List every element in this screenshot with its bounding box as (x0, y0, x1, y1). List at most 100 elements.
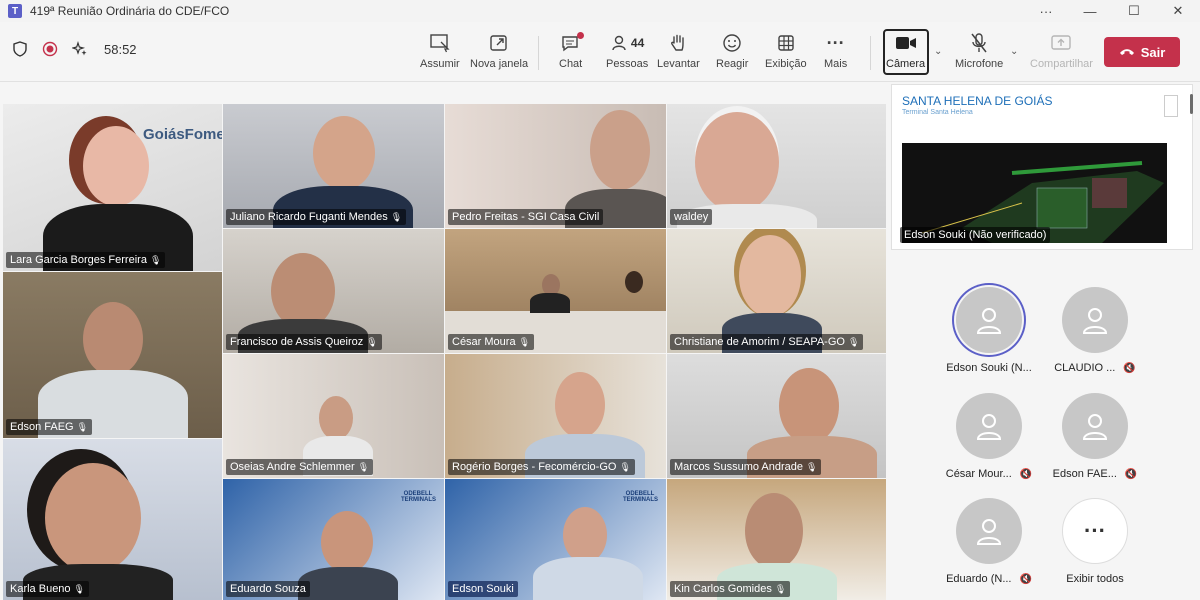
mic-muted-icon: 🔇 (1123, 362, 1136, 374)
participant-name: Eduardo (N... (946, 573, 1012, 585)
avatar (956, 498, 1022, 564)
video-tile[interactable]: Oseias Andre Schlemmer 🎙 (223, 354, 444, 478)
close-icon[interactable]: ✕ (1156, 0, 1200, 22)
participant-name-tag: Karla Bueno 🎙 (6, 581, 89, 597)
avatar (956, 393, 1022, 459)
raise-hand-button[interactable]: Levantar (657, 30, 700, 70)
people-button[interactable]: 44 Pessoas (606, 30, 648, 70)
video-tile[interactable]: Kin Carlos Gomides 🎙 (667, 479, 886, 600)
mic-icon: 🎙 (390, 211, 403, 222)
camera-toggle[interactable]: Câmera (886, 30, 925, 70)
mic-icon: 🎙 (73, 583, 85, 594)
react-button[interactable]: Reagir (716, 30, 748, 70)
mic-off-icon (971, 33, 987, 53)
participant-name-tag: Francisco de Assis Queiroz 🎙 (226, 334, 382, 350)
people-icon (612, 35, 626, 51)
participant-name-tag: Kin Carlos Gomides 🎙 (670, 581, 791, 597)
video-tile[interactable]: ODEBELL TERMINALS Edson Souki (445, 479, 666, 600)
company-logo: ODEBELL TERMINALS (401, 491, 436, 503)
toolbar-divider (538, 36, 539, 70)
popout-button[interactable]: Nova janela (470, 30, 528, 70)
person-icon (976, 308, 1002, 334)
participant-name: César Mour... (945, 468, 1012, 480)
take-control-button[interactable]: Assumir (420, 30, 460, 70)
teams-icon: T (8, 4, 22, 18)
participants-gallery: Edson Souki (N... CLAUDIO ... 🔇 César Mou… (891, 265, 1193, 600)
video-tile[interactable]: Juliano Ricardo Fuganti Mendes 🎙 (223, 104, 444, 228)
leave-label: Sair (1140, 44, 1166, 60)
chat-unread-badge (577, 32, 584, 39)
show-all-button[interactable]: ··· Exibir todos (1025, 498, 1165, 585)
more-dots-icon: ··· (826, 32, 845, 53)
microphone-button[interactable]: Microfone (955, 30, 1003, 70)
participant-name-tag: Edson FAEG 🎙 (6, 419, 93, 435)
camera-options-chevron-icon[interactable]: ⌄ (934, 46, 942, 57)
minimize-icon[interactable]: — (1068, 0, 1112, 22)
video-tile[interactable]: waldey (667, 104, 886, 228)
person-icon (1082, 308, 1108, 334)
participant-name-tag: Lara Garcia Borges Ferreira 🎙 (6, 252, 166, 268)
leave-button[interactable]: Sair (1104, 37, 1180, 67)
participant-card[interactable]: CLAUDIO ... 🔇 (1025, 287, 1165, 374)
more-dots-icon: ··· (1062, 498, 1128, 564)
phone-hangup-icon (1119, 49, 1134, 55)
participant-name-tag: Rogério Borges - Fecomércio-GO 🎙 (448, 459, 635, 475)
participant-name-tag: Oseias Andre Schlemmer 🎙 (226, 459, 374, 475)
video-tile[interactable]: Christiane de Amorim / SEAPA-GO 🎙 (667, 229, 886, 353)
window-title: 419ª Reunião Ordinária do CDE/FCO (30, 4, 230, 18)
shield-icon[interactable] (12, 41, 28, 57)
goias-fomento-logo: GoiásFomento (143, 126, 222, 143)
more-button[interactable]: ··· Mais (824, 30, 847, 71)
smiley-icon (723, 34, 741, 52)
mic-icon: 🎙 (774, 583, 787, 594)
person-icon (1082, 414, 1108, 440)
view-button[interactable]: Exibição (765, 30, 807, 70)
maximize-icon[interactable]: ☐ (1112, 0, 1156, 22)
avatar (956, 287, 1022, 353)
presenter-name-tag: Edson Souki (Não verificado) (900, 227, 1051, 243)
video-tile[interactable]: ODEBELL TERMINALS Eduardo Souza (223, 479, 444, 600)
chat-button[interactable]: Chat (559, 30, 584, 70)
camera-icon (895, 37, 916, 49)
participant-name: Edson Souki (N... (946, 362, 1032, 374)
avatar (1062, 393, 1128, 459)
title-bar: T 419ª Reunião Ordinária do CDE/FCO ··· … (0, 0, 1200, 22)
participant-name-tag: Juliano Ricardo Fuganti Mendes 🎙 (226, 209, 407, 225)
mic-options-chevron-icon[interactable]: ⌄ (1010, 46, 1018, 57)
window-controls: ··· — ☐ ✕ (1024, 0, 1200, 22)
shared-content-tile[interactable]: SANTA HELENA DE GOIÁS Terminal Santa Hel… (891, 84, 1193, 250)
video-tile[interactable]: GoiásFomento Lara Garcia Borges Ferreira… (3, 104, 222, 271)
video-tile[interactable]: Francisco de Assis Queiroz 🎙 (223, 229, 444, 353)
slide-logo (1164, 95, 1178, 117)
participant-name: Edson FAE... (1052, 468, 1117, 480)
shared-slide-subtitle: Terminal Santa Helena (902, 109, 973, 116)
video-tile[interactable]: Rogério Borges - Fecomércio-GO 🎙 (445, 354, 666, 478)
mic-icon: 🎙 (518, 336, 531, 347)
meeting-toolbar: 58:52 Assumir Nova janela Chat 44 Pessoa… (0, 22, 1200, 82)
share-screen-button[interactable]: Compartilhar (1030, 30, 1093, 70)
participant-name-tag: César Moura 🎙 (448, 334, 535, 350)
share-screen-icon (1051, 35, 1072, 50)
mic-icon: 🎙 (149, 254, 162, 265)
more-options-icon[interactable]: ··· (1024, 0, 1068, 22)
mic-icon: 🎙 (366, 336, 378, 347)
participant-name-tag: Pedro Freitas - SGI Casa Civil (448, 209, 604, 225)
video-tile[interactable]: Marcos Sussumo Andrade 🎙 (667, 354, 886, 478)
participant-card[interactable]: Edson FAE... 🔇 (1025, 393, 1165, 480)
sparkle-icon[interactable] (72, 41, 88, 57)
scrollbar-thumb[interactable] (1190, 94, 1193, 114)
show-all-label: Exibir todos (1066, 573, 1124, 585)
video-tile[interactable]: Pedro Freitas - SGI Casa Civil (445, 104, 666, 228)
popout-icon (490, 35, 507, 51)
participant-name-tag: Marcos Sussumo Andrade 🎙 (670, 459, 822, 475)
video-tile[interactable]: Karla Bueno 🎙 (3, 439, 222, 600)
video-tile[interactable]: Edson FAEG 🎙 (3, 272, 222, 438)
person-icon (976, 519, 1002, 545)
mic-icon: 🎙 (619, 461, 631, 472)
participant-name-tag: Eduardo Souza (226, 581, 310, 597)
mic-muted-icon: 🔇 (1124, 468, 1138, 480)
take-control-icon (430, 34, 450, 53)
participant-name-tag: waldey (670, 209, 713, 225)
video-tile[interactable]: César Moura 🎙 (445, 229, 666, 353)
toolbar-divider (870, 36, 871, 70)
